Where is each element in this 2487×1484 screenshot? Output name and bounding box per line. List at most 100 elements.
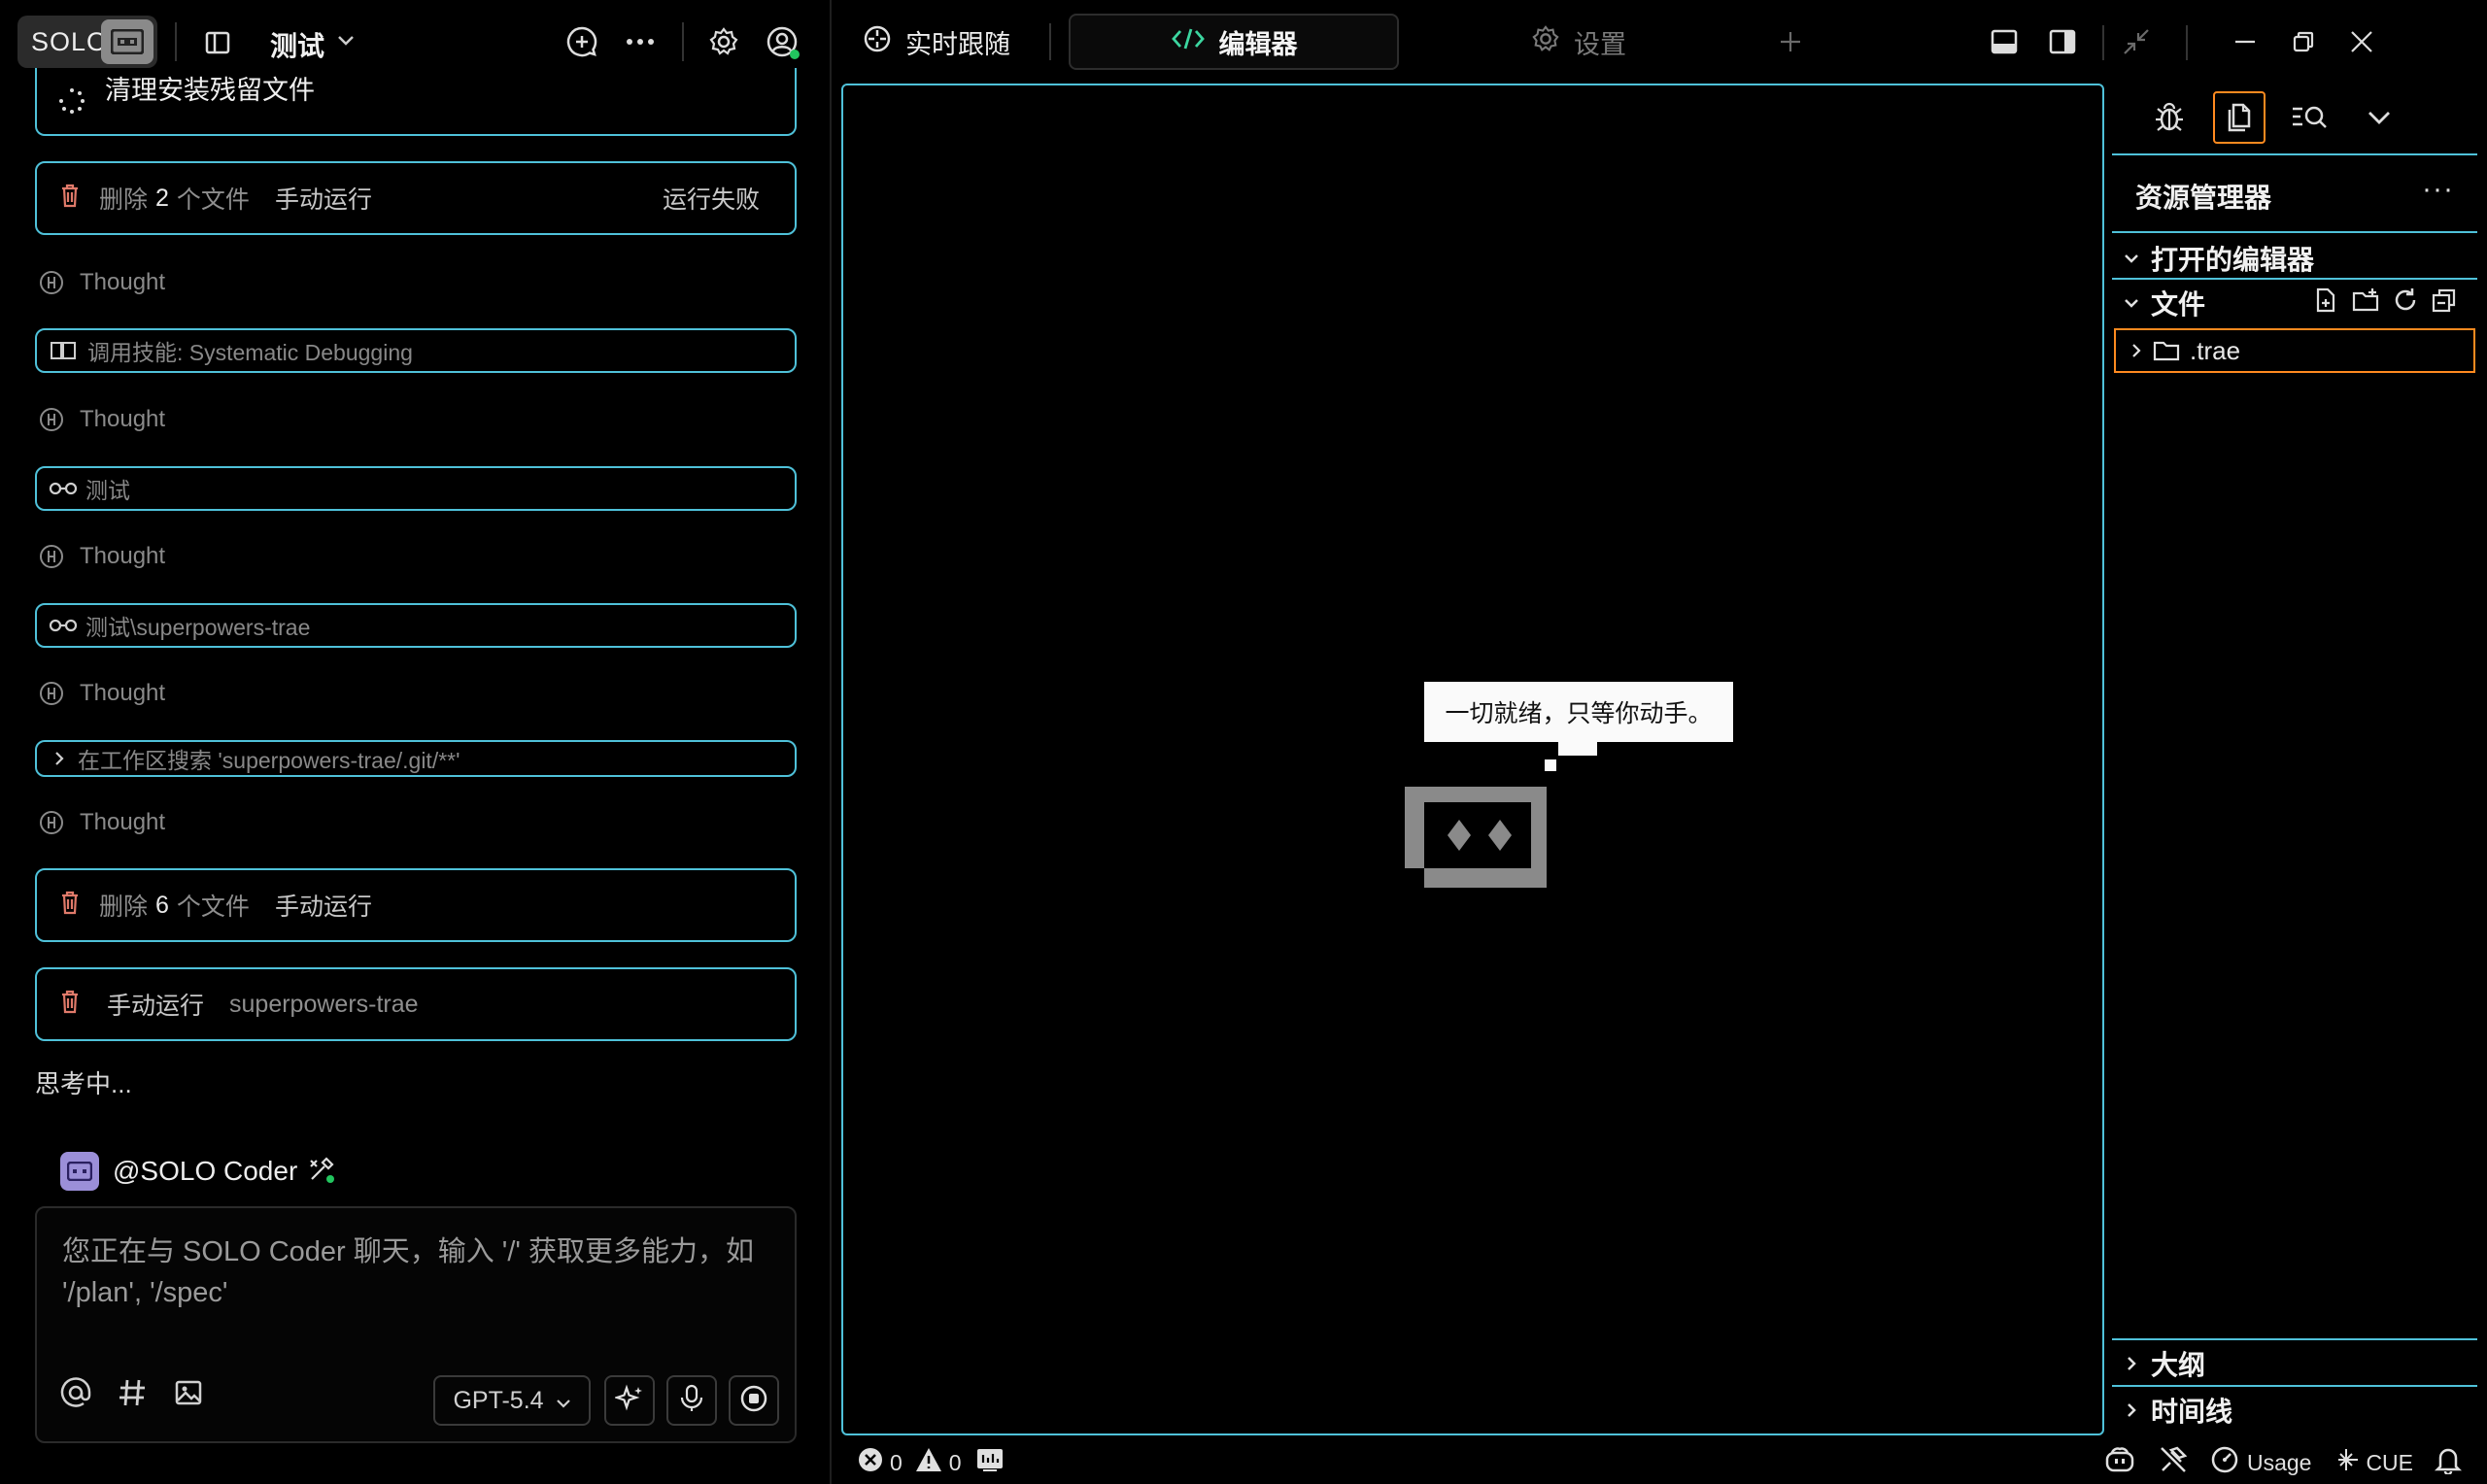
thought-icon bbox=[39, 270, 68, 295]
error-count: 0 bbox=[890, 1449, 903, 1475]
terminal-icon[interactable] bbox=[975, 1446, 1005, 1479]
refresh-icon[interactable] bbox=[2392, 287, 2419, 320]
files-icon[interactable] bbox=[2213, 91, 2266, 144]
thought-label: Thought bbox=[80, 269, 166, 295]
chevron-down-icon[interactable] bbox=[2353, 91, 2405, 144]
thought-icon bbox=[39, 810, 68, 835]
close-icon[interactable] bbox=[2343, 23, 2380, 60]
model-selector[interactable]: GPT-5.4 bbox=[433, 1375, 591, 1426]
chevron-right-icon bbox=[2112, 1402, 2151, 1418]
workspace-search-item[interactable]: 在工作区搜索 'superpowers-trae/.git/**' bbox=[35, 740, 797, 777]
delete-files-card[interactable]: 删除 2 个文件 手动运行 运行失败 bbox=[35, 161, 797, 235]
warning-count: 0 bbox=[948, 1449, 962, 1475]
divider bbox=[2112, 1338, 2477, 1340]
stop-button[interactable] bbox=[729, 1375, 779, 1426]
thought-item[interactable]: Thought bbox=[39, 677, 165, 710]
editor-area[interactable]: 一切就绪，只等你动手。 bbox=[841, 84, 2104, 1435]
project-name[interactable]: 测试 bbox=[270, 25, 324, 64]
section-files-label: 文件 bbox=[2151, 289, 2206, 320]
voice-input-button[interactable] bbox=[666, 1375, 717, 1426]
trash-icon bbox=[51, 989, 89, 1021]
section-files[interactable]: 文件 bbox=[2112, 282, 2477, 324]
thought-item[interactable]: Thought bbox=[39, 403, 165, 436]
bug-icon[interactable] bbox=[2143, 91, 2196, 144]
empty-state-message: 一切就绪，只等你动手。 bbox=[1424, 682, 1733, 742]
account-icon[interactable] bbox=[764, 23, 802, 62]
restore-icon[interactable] bbox=[2285, 23, 2322, 60]
section-outline-label: 大纲 bbox=[2151, 1350, 2206, 1380]
solo-mode-toggle[interactable]: SOLO bbox=[17, 16, 157, 68]
microphone-icon bbox=[679, 1384, 704, 1418]
thought-item[interactable]: Thought bbox=[39, 806, 165, 839]
chat-panel: SOLO 测试 清理安装残留文件 删除 2 个文件 手动运行 运行失败 Thou… bbox=[0, 0, 832, 1484]
enhance-prompt-button[interactable] bbox=[604, 1375, 655, 1426]
gear-icon[interactable] bbox=[705, 23, 742, 60]
divider bbox=[2186, 25, 2188, 60]
task-cleanup-label: 清理安装残留文件 bbox=[105, 75, 315, 105]
composer-input[interactable]: 您正在与 SOLO Coder 聊天，输入 '/' 获取更多能力，如 '/pla… bbox=[62, 1231, 771, 1313]
search-icon[interactable] bbox=[2283, 91, 2335, 144]
browse-item[interactable]: 测试\superpowers-trae bbox=[35, 603, 797, 648]
panel-right-icon[interactable] bbox=[2044, 23, 2081, 60]
image-icon[interactable] bbox=[173, 1377, 204, 1416]
thought-item[interactable]: Thought bbox=[39, 266, 165, 299]
divider bbox=[682, 22, 684, 61]
tab-live-follow[interactable]: 实时跟随 bbox=[863, 14, 1010, 70]
new-chat-icon[interactable] bbox=[563, 23, 600, 60]
explorer-title: 资源管理器 bbox=[2135, 183, 2272, 213]
divider bbox=[2112, 1385, 2477, 1387]
delete-files-card[interactable]: 删除 6 个文件 手动运行 bbox=[35, 868, 797, 942]
section-open-editors[interactable]: 打开的编辑器 bbox=[2112, 237, 2477, 280]
browse-item[interactable]: 测试 bbox=[35, 466, 797, 511]
status-bar: 0 0 Usage CUE bbox=[834, 1441, 2487, 1484]
tree-item-folder[interactable]: .trae bbox=[2114, 328, 2475, 373]
error-icon bbox=[857, 1446, 884, 1479]
sparkle-icon bbox=[613, 1384, 644, 1418]
bell-icon[interactable] bbox=[2434, 1445, 2463, 1480]
sidebar-toggle-icon[interactable] bbox=[200, 25, 235, 60]
agent-name: @SOLO Coder bbox=[113, 1156, 298, 1186]
hashtag-icon[interactable] bbox=[117, 1377, 148, 1416]
mention-icon[interactable] bbox=[60, 1377, 91, 1416]
chevron-right-icon bbox=[2120, 343, 2153, 358]
new-file-icon[interactable] bbox=[2312, 287, 2339, 320]
more-icon[interactable] bbox=[622, 23, 659, 60]
usage-label: Usage bbox=[2246, 1449, 2312, 1475]
more-icon[interactable]: ··· bbox=[2422, 173, 2454, 206]
tools-icon[interactable] bbox=[307, 1155, 336, 1189]
solo-badge-label: SOLO bbox=[31, 26, 109, 56]
pin-off-icon[interactable] bbox=[2158, 1444, 2189, 1481]
thought-label: Thought bbox=[80, 406, 166, 432]
tree-item-label: .trae bbox=[2190, 335, 2241, 365]
chevron-down-icon[interactable] bbox=[334, 29, 358, 52]
delete-count: 2 bbox=[155, 184, 169, 212]
problems-indicator[interactable]: 0 0 bbox=[857, 1446, 962, 1479]
skill-call-item[interactable]: 调用技能: Systematic Debugging bbox=[35, 328, 797, 373]
copilot-icon[interactable] bbox=[2103, 1445, 2136, 1480]
run-target: superpowers-trae bbox=[229, 990, 419, 1018]
tab-editor[interactable]: 编辑器 bbox=[1069, 14, 1399, 70]
divider bbox=[2102, 25, 2104, 60]
manual-run-card[interactable]: 手动运行 superpowers-trae bbox=[35, 967, 797, 1041]
section-timeline[interactable]: 时间线 bbox=[2112, 1389, 2477, 1432]
section-outline[interactable]: 大纲 bbox=[2112, 1342, 2477, 1385]
panel-bottom-icon[interactable] bbox=[1986, 23, 2023, 60]
cue-button[interactable]: CUE bbox=[2333, 1446, 2413, 1479]
new-folder-icon[interactable] bbox=[2351, 287, 2380, 320]
warning-icon bbox=[914, 1446, 943, 1479]
task-card-cleanup[interactable]: 清理安装残留文件 bbox=[35, 68, 797, 136]
cue-icon bbox=[2333, 1446, 2360, 1479]
section-open-editors-label: 打开的编辑器 bbox=[2151, 245, 2315, 275]
add-tab-icon[interactable] bbox=[1774, 25, 1807, 58]
usage-button[interactable]: Usage bbox=[2210, 1445, 2311, 1480]
thinking-status: 思考中... bbox=[35, 1069, 132, 1098]
thought-item[interactable]: Thought bbox=[39, 540, 165, 573]
explorer-sidebar: 资源管理器 ··· 打开的编辑器 文件 .trae 大纲 时间线 bbox=[2112, 84, 2477, 1435]
collapse-icon[interactable] bbox=[2118, 23, 2155, 60]
agent-selector[interactable]: @SOLO Coder bbox=[60, 1152, 336, 1191]
collapse-all-icon[interactable] bbox=[2431, 287, 2458, 320]
chat-composer[interactable]: 您正在与 SOLO Coder 聊天，输入 '/' 获取更多能力，如 '/pla… bbox=[35, 1206, 797, 1443]
tab-settings[interactable]: 设置 bbox=[1531, 14, 1626, 70]
tab-bar: 实时跟随 编辑器 设置 bbox=[834, 0, 2487, 84]
minimize-icon[interactable] bbox=[2227, 23, 2264, 60]
